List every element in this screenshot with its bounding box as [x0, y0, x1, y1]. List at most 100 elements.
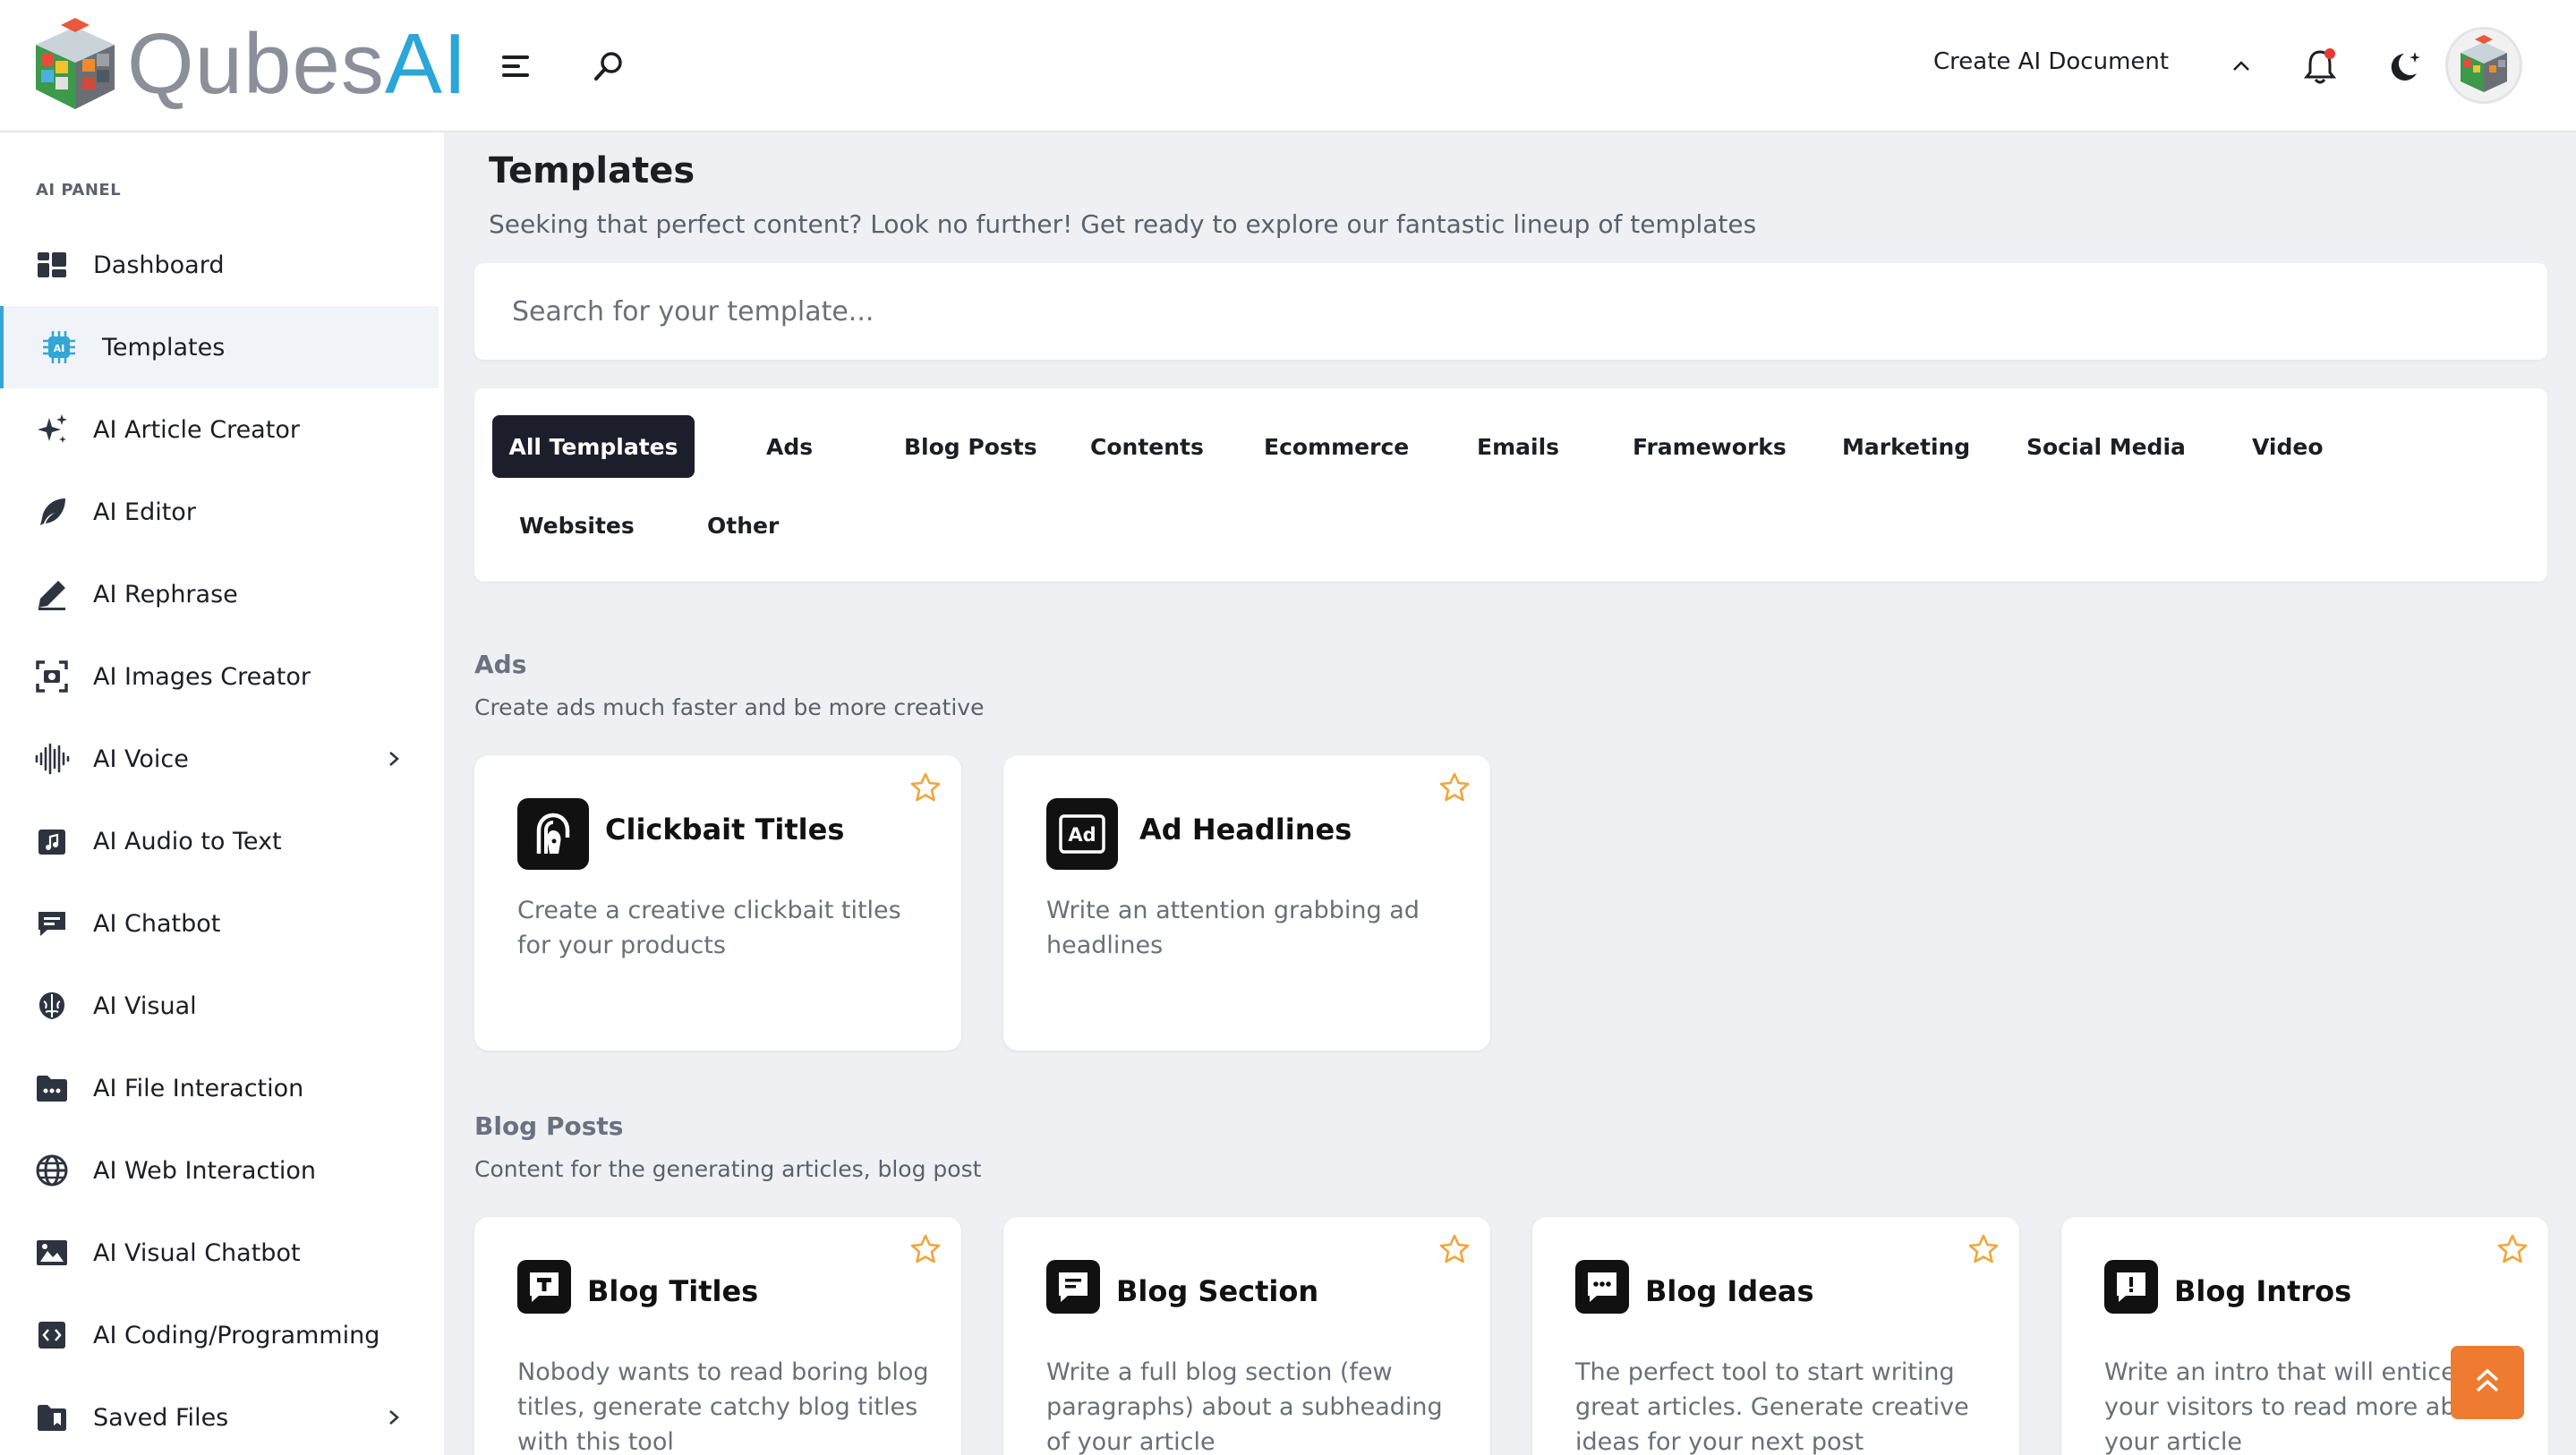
card-title: Blog Ideas [1645, 1274, 1814, 1308]
user-avatar[interactable] [2445, 27, 2522, 104]
filter-ads[interactable]: Ads [766, 415, 813, 478]
sidebar: AI PANEL Dashboard AI Templates AI Artic… [0, 132, 444, 1455]
logo-cube-icon [29, 14, 122, 115]
logo[interactable]: QubesAI [29, 14, 468, 115]
card-title: Blog Section [1116, 1274, 1319, 1308]
sidebar-item-label: AI Editor [93, 498, 196, 526]
title-chat-icon [517, 1260, 571, 1314]
filter-emails[interactable]: Emails [1477, 415, 1559, 478]
logo-text: QubesAI [127, 16, 468, 112]
template-card-blog-ideas[interactable]: Blog Ideas The perfect tool to start wri… [1532, 1217, 2019, 1455]
template-card-blog-titles[interactable]: Blog Titles Nobody wants to read boring … [474, 1217, 961, 1455]
sidebar-item-label: AI File Interaction [93, 1074, 304, 1102]
filter-other[interactable]: Other [707, 494, 779, 557]
music-file-icon [34, 823, 70, 859]
favorite-star-icon[interactable] [908, 1231, 943, 1267]
section-subtitle-ads: Create ads much faster and be more creat… [474, 694, 985, 720]
filter-all-templates[interactable]: All Templates [492, 415, 695, 478]
card-description: Write a full blog section (few paragraph… [1046, 1358, 1443, 1455]
sidebar-item-templates[interactable]: AI Templates [0, 306, 439, 388]
feather-icon [34, 494, 70, 530]
filter-ecommerce[interactable]: Ecommerce [1264, 415, 1409, 478]
template-card-blog-section[interactable]: Blog Section Write a full blog section (… [1003, 1217, 1490, 1455]
chevron-right-icon[interactable] [383, 748, 405, 770]
search-icon[interactable] [584, 41, 634, 91]
photo-icon [34, 1235, 70, 1271]
soundwave-icon [34, 741, 70, 777]
scroll-to-top-button[interactable] [2451, 1346, 2524, 1419]
template-search [474, 263, 2547, 360]
saved-folder-icon [34, 1400, 70, 1435]
clickbait-icon [517, 798, 589, 870]
sidebar-item-ai-chatbot[interactable]: AI Chatbot [0, 882, 439, 965]
sidebar-item-label: AI Visual [93, 991, 197, 1020]
sidebar-item-label: AI Article Creator [93, 415, 300, 444]
chevron-up-icon[interactable] [2216, 41, 2266, 91]
sidebar-item-ai-web-interaction[interactable]: AI Web Interaction [0, 1129, 439, 1212]
sidebar-item-label: AI Rephrase [93, 580, 238, 608]
filter-social-media[interactable]: Social Media [2026, 415, 2186, 478]
intro-chat-icon [2104, 1260, 2158, 1314]
filter-video[interactable]: Video [2252, 415, 2324, 478]
sidebar-item-ai-visual[interactable]: AI Visual [0, 965, 439, 1047]
svg-text:Ad: Ad [1068, 824, 1096, 846]
sidebar-item-label: Saved Files [93, 1403, 229, 1432]
filter-frameworks[interactable]: Frameworks [1633, 415, 1787, 478]
sparkles-icon [34, 412, 70, 447]
top-header: QubesAI Create AI Document [0, 0, 2576, 132]
page-title: Templates [489, 150, 695, 191]
sidebar-item-label: AI Audio to Text [93, 827, 282, 855]
card-description: The perfect tool to start writing great … [1575, 1358, 1969, 1455]
template-card-clickbait-titles[interactable]: Clickbait Titles Create a creative click… [474, 755, 961, 1051]
sidebar-item-saved-files[interactable]: Saved Files [0, 1376, 439, 1455]
brain-icon [34, 988, 70, 1024]
menu-toggle-icon[interactable] [490, 41, 541, 91]
sidebar-item-ai-article-creator[interactable]: AI Article Creator [0, 388, 439, 471]
sidebar-item-label: Templates [102, 333, 226, 362]
sidebar-item-label: Dashboard [93, 251, 225, 279]
sidebar-item-ai-rephrase[interactable]: AI Rephrase [0, 553, 439, 635]
ideas-chat-icon [1575, 1260, 1629, 1314]
favorite-star-icon[interactable] [908, 770, 943, 805]
favorite-star-icon[interactable] [1437, 770, 1472, 805]
sidebar-item-label: AI Images Creator [93, 662, 311, 691]
category-filter-bar: All Templates Ads Blog Posts Contents Ec… [474, 388, 2547, 582]
sidebar-item-ai-voice[interactable]: AI Voice [0, 718, 439, 800]
image-scan-icon [34, 659, 70, 694]
folder-dots-icon [34, 1070, 70, 1106]
dashboard-icon [34, 247, 70, 283]
template-search-input[interactable] [474, 263, 2547, 360]
card-title: Ad Headlines [1139, 813, 1352, 847]
template-card-blog-intros[interactable]: Blog Intros Write an intro that will ent… [2061, 1217, 2548, 1455]
section-subtitle-blog-posts: Content for the generating articles, blo… [474, 1156, 982, 1182]
card-description: Nobody wants to read boring blog titles,… [517, 1358, 929, 1455]
card-description: Create a creative clickbait titles for y… [517, 897, 901, 959]
dark-mode-moon-icon[interactable] [2379, 41, 2429, 91]
filter-contents[interactable]: Contents [1090, 415, 1204, 478]
sidebar-item-ai-images-creator[interactable]: AI Images Creator [0, 635, 439, 718]
sidebar-item-dashboard[interactable]: Dashboard [0, 224, 439, 306]
ai-chip-icon: AI [41, 329, 77, 365]
sidebar-item-ai-file-interaction[interactable]: AI File Interaction [0, 1047, 439, 1129]
card-title: Clickbait Titles [605, 813, 845, 847]
card-title: Blog Titles [587, 1274, 759, 1308]
chevron-right-icon[interactable] [383, 1407, 405, 1428]
sidebar-item-ai-audio-to-text[interactable]: AI Audio to Text [0, 800, 439, 882]
favorite-star-icon[interactable] [1437, 1231, 1472, 1267]
card-title: Blog Intros [2174, 1274, 2352, 1308]
filter-marketing[interactable]: Marketing [1842, 415, 1970, 478]
notification-bell-icon[interactable] [2295, 41, 2345, 91]
sidebar-item-ai-coding-programming[interactable]: AI Coding/Programming [0, 1294, 439, 1376]
sidebar-item-ai-visual-chatbot[interactable]: AI Visual Chatbot [0, 1212, 439, 1294]
favorite-star-icon[interactable] [1966, 1231, 2001, 1267]
filter-blog-posts[interactable]: Blog Posts [904, 415, 1037, 478]
sidebar-item-ai-editor[interactable]: AI Editor [0, 471, 439, 553]
page-subtitle: Seeking that perfect content? Look no fu… [489, 209, 1757, 239]
pen-icon [34, 576, 70, 612]
section-title-blog-posts: Blog Posts [474, 1111, 624, 1141]
create-ai-document-button[interactable]: Create AI Document [1933, 48, 2169, 75]
favorite-star-icon[interactable] [2495, 1231, 2530, 1267]
filter-websites[interactable]: Websites [519, 494, 635, 557]
card-description: Write an attention grabbing ad headlines [1046, 897, 1420, 959]
template-card-ad-headlines[interactable]: Ad Ad Headlines Write an attention grabb… [1003, 755, 1490, 1051]
